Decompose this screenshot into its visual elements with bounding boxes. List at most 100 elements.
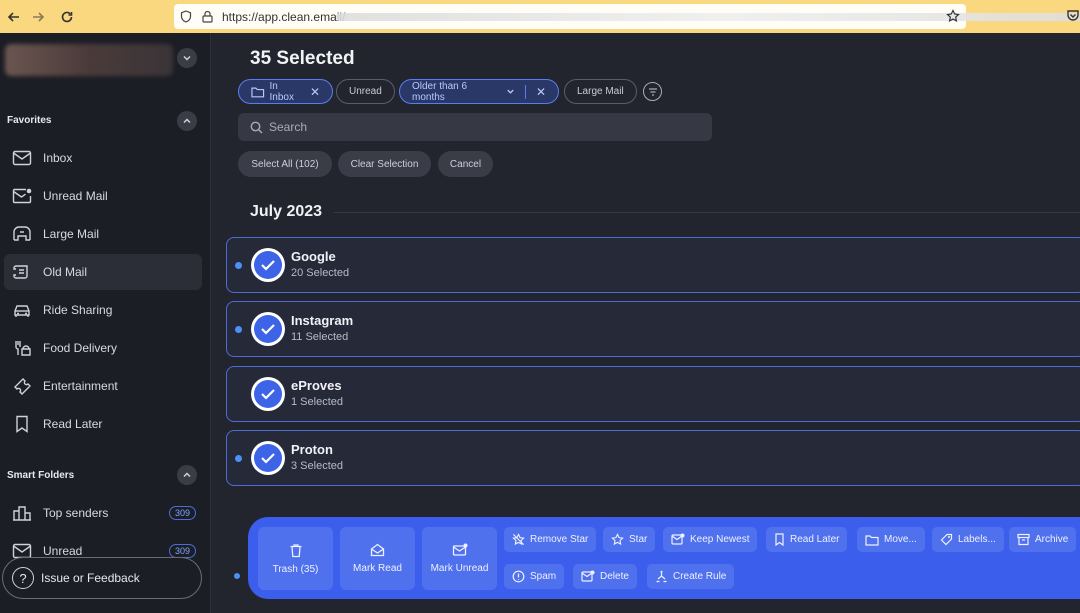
search-box[interactable] xyxy=(238,113,712,141)
star-button[interactable]: Star xyxy=(603,527,656,552)
url-text: https://app.clean.email/ xyxy=(222,9,346,24)
star-icon xyxy=(611,533,624,546)
count-badge: 309 xyxy=(168,544,196,558)
chip-in-inbox[interactable]: In Inbox ✕ xyxy=(238,79,333,104)
issue-feedback-button[interactable]: ? Issue or Feedback xyxy=(2,557,202,599)
forward-arrow-icon xyxy=(33,12,45,22)
sidebar-item-unread-mail[interactable]: Unread Mail xyxy=(4,178,202,214)
car-icon xyxy=(11,299,33,321)
question-icon: ? xyxy=(12,567,34,589)
sidebar-item-top-senders[interactable]: Top senders 309 xyxy=(4,495,202,531)
select-all-button[interactable]: Select All (102) xyxy=(238,151,332,177)
action-label: Delete xyxy=(600,571,629,582)
sidebar-item-entertainment[interactable]: Entertainment xyxy=(4,368,202,404)
selected-count: 20 Selected xyxy=(291,267,350,279)
inbox-icon xyxy=(11,147,33,169)
unread-dot xyxy=(235,262,242,269)
move-button[interactable]: Move... xyxy=(857,527,925,552)
close-icon[interactable]: ✕ xyxy=(536,85,546,99)
selected-checkbox[interactable] xyxy=(251,248,285,282)
archive-button[interactable]: Archive xyxy=(1009,527,1077,552)
cancel-button[interactable]: Cancel xyxy=(438,151,493,177)
checkmark-icon xyxy=(261,260,275,271)
lock-icon xyxy=(202,10,213,23)
mark-unread-button[interactable]: Mark Unread xyxy=(422,527,497,590)
chip-unread[interactable]: Unread xyxy=(336,79,395,104)
keep-newest-button[interactable]: Keep Newest xyxy=(663,527,758,552)
sidebar-item-label: Top senders xyxy=(43,506,109,520)
labels-button[interactable]: Labels... xyxy=(932,527,1004,552)
sender-group-row[interactable]: eProves 1 Selected xyxy=(226,366,1080,422)
star-off-icon xyxy=(512,533,525,546)
ticket-icon xyxy=(11,375,33,397)
sender-name: eProves xyxy=(291,378,342,393)
action-label: Read Later xyxy=(790,534,840,545)
read-later-button[interactable]: Read Later xyxy=(766,527,848,552)
unread-dot xyxy=(235,326,242,333)
chip-older-than[interactable]: Older than 6 months ✕ xyxy=(399,79,559,104)
reload-button[interactable] xyxy=(53,3,81,31)
sidebar-item-old-mail[interactable]: Old Mail xyxy=(4,254,202,290)
selected-checkbox[interactable] xyxy=(251,312,285,346)
favorites-title: Favorites xyxy=(7,115,52,126)
account-dropdown-button[interactable] xyxy=(177,48,197,68)
close-icon[interactable]: ✕ xyxy=(310,85,320,99)
checkmark-icon xyxy=(261,389,275,400)
sidebar-item-ride-sharing[interactable]: Ride Sharing xyxy=(4,292,202,328)
top-senders-icon xyxy=(11,502,33,524)
account-switcher[interactable] xyxy=(5,44,173,76)
sidebar-item-food-delivery[interactable]: Food Delivery xyxy=(4,330,202,366)
action-label: Labels... xyxy=(958,534,996,545)
page-title: 35 Selected xyxy=(250,48,355,69)
mark-read-button[interactable]: Mark Read xyxy=(340,527,415,590)
filter-button[interactable] xyxy=(643,82,662,101)
search-icon xyxy=(250,121,263,133)
food-icon xyxy=(11,337,33,359)
sender-group-row[interactable]: Proton 3 Selected xyxy=(226,430,1080,486)
chevron-up-icon xyxy=(183,472,191,478)
smart-folders-title: Smart Folders xyxy=(7,470,75,481)
sender-name: Proton xyxy=(291,442,333,457)
month-heading: July 2023 xyxy=(250,203,323,220)
favorites-collapse-button[interactable] xyxy=(177,111,197,131)
sidebar-item-large-mail[interactable]: Large Mail xyxy=(4,216,202,252)
smart-folders-collapse-button[interactable] xyxy=(177,465,197,485)
back-arrow-icon xyxy=(7,12,19,22)
sidebar-item-inbox[interactable]: Inbox xyxy=(4,140,202,176)
sender-name: Google xyxy=(291,249,336,264)
search-input[interactable] xyxy=(269,120,689,134)
spam-button[interactable]: Spam xyxy=(504,564,565,589)
create-rule-button[interactable]: Create Rule xyxy=(647,564,735,589)
sender-name: Instagram xyxy=(291,313,354,328)
sidebar-item-label: Ride Sharing xyxy=(43,303,113,317)
clear-selection-button[interactable]: Clear Selection xyxy=(338,151,431,177)
action-label: Mark Read xyxy=(353,563,402,574)
address-bar[interactable]: https://app.clean.email/ xyxy=(174,4,1080,29)
chip-label: In Inbox xyxy=(269,80,294,103)
bulk-action-bar: Trash (35) Mark Read Mark Unread Remove … xyxy=(248,517,1080,599)
selected-checkbox[interactable] xyxy=(251,441,285,475)
forward-button[interactable] xyxy=(24,3,52,31)
shield-icon xyxy=(180,10,192,23)
sidebar-item-label: Read Later xyxy=(43,417,103,431)
sidebar: Favorites Inbox Unread Mail Large Mail O… xyxy=(0,33,211,613)
bookmark-icon xyxy=(11,413,33,435)
selected-checkbox[interactable] xyxy=(251,377,285,411)
chip-label: Unread xyxy=(349,86,382,97)
selected-count: 3 Selected xyxy=(291,460,343,472)
sidebar-item-label: Unread xyxy=(43,544,83,558)
remove-star-button[interactable]: Remove Star xyxy=(504,527,597,552)
action-label: Move... xyxy=(884,534,917,545)
sender-group-row[interactable]: Google 20 Selected xyxy=(226,237,1080,293)
sidebar-item-label: Food Delivery xyxy=(43,341,118,355)
action-label: Star xyxy=(629,534,648,545)
selected-count: 1 Selected xyxy=(291,396,343,408)
sidebar-item-read-later[interactable]: Read Later xyxy=(4,406,202,442)
action-label: Archive xyxy=(1035,534,1069,545)
unread-dot xyxy=(235,455,242,462)
chip-large-mail[interactable]: Large Mail xyxy=(564,79,637,104)
trash-button[interactable]: Trash (35) xyxy=(258,527,333,590)
delete-button[interactable]: Delete xyxy=(573,564,637,589)
large-mail-icon xyxy=(11,223,33,245)
sender-group-row[interactable]: Instagram 11 Selected xyxy=(226,301,1080,357)
